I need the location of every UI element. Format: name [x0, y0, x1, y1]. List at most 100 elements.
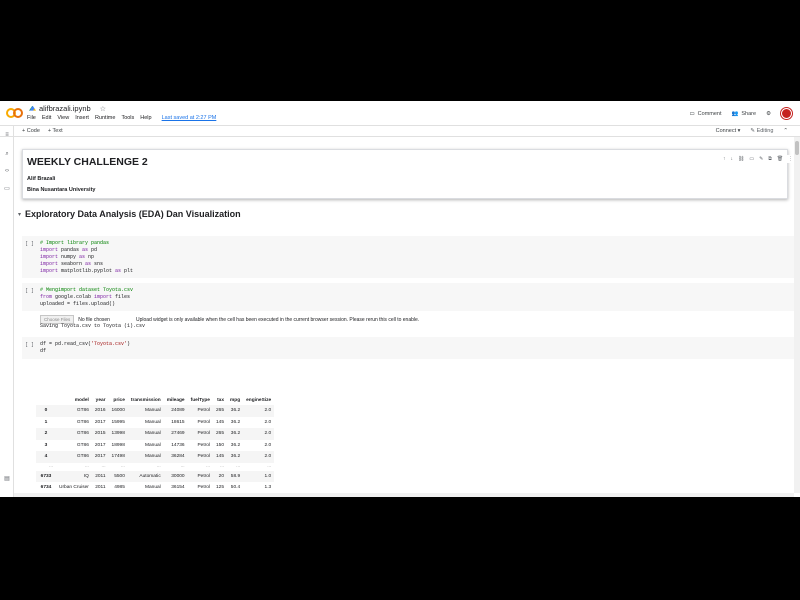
table-cell: 36284: [163, 451, 188, 463]
colab-logo[interactable]: [6, 108, 23, 118]
dataframe-table: model year price transmission mileage fu…: [36, 395, 275, 493]
scrollbar-thumb[interactable]: [795, 141, 799, 155]
table-cell: 36.2: [230, 442, 241, 448]
table-cell: 2.0: [264, 419, 272, 425]
table-cell: Petrol: [187, 428, 213, 440]
table-cell: 36.2: [227, 405, 244, 417]
table-cell: 36154: [171, 485, 185, 491]
last-saved-link[interactable]: Last saved at 2:27 PM: [162, 115, 217, 121]
more-options-icon[interactable]: ⋮: [788, 156, 793, 162]
row-index: 6734: [40, 485, 52, 491]
table-cell: 50.4: [230, 485, 241, 491]
ellipsis-cell: ...: [108, 462, 128, 471]
menu-runtime[interactable]: Runtime: [95, 115, 115, 121]
folder-icon[interactable]: ▭: [4, 185, 10, 192]
code-snippets-icon[interactable]: ‹›: [4, 168, 10, 174]
ellipsis-cell: ...: [227, 462, 244, 471]
move-up-icon[interactable]: ↑: [723, 156, 726, 162]
run-cell-button[interactable]: [ ]: [25, 342, 34, 348]
avatar[interactable]: [781, 108, 792, 119]
column-header: mileage: [166, 397, 185, 403]
ellipsis-cell: ...: [127, 462, 164, 471]
text-cell[interactable]: ↑ ↓ ⛓ ▭ ✎ ⧉ 🗑 ⋮ WEEKLY CHALLENGE 2 Alif …: [22, 149, 794, 199]
connect-button[interactable]: Connect ▾: [716, 128, 741, 134]
table-cell: 125: [215, 485, 224, 491]
add-code-button[interactable]: + Code: [22, 128, 40, 134]
table-cell: 265: [212, 405, 227, 417]
vertical-scrollbar[interactable]: [794, 137, 800, 493]
notebook-filename[interactable]: alifbrazali.ipynb: [39, 104, 91, 113]
code-line: import seaborn as sns: [40, 261, 104, 267]
run-cell-button[interactable]: [ ]: [25, 288, 34, 294]
table-cell: Manual: [127, 428, 164, 440]
table-cell: 17498: [108, 451, 128, 463]
collapse-section-icon[interactable]: ▾: [18, 211, 21, 218]
table-cell: 265: [212, 428, 227, 440]
table-cell: Manual: [127, 405, 164, 417]
horizontal-scrollbar[interactable]: [14, 493, 794, 497]
table-row: 6733 IQ 2011 5500 Automatic 30000 Petrol 20 58.9…: [36, 470, 275, 482]
table-cell: 2011: [95, 485, 106, 491]
mirror-cell-icon[interactable]: ⧉: [768, 156, 772, 162]
menu-edit[interactable]: Edit: [42, 115, 51, 121]
collapse-header-icon[interactable]: ⌃: [783, 128, 788, 134]
code-editor[interactable]: df = pd.read_csv('Toyota.csv') df: [40, 341, 130, 355]
comment-label: Comment: [697, 110, 722, 117]
share-button[interactable]: 👥 Share: [732, 111, 757, 117]
notebook-content[interactable]: ↑ ↓ ⛓ ▭ ✎ ⧉ 🗑 ⋮ WEEKLY CHALLENGE 2 Alif …: [14, 137, 794, 493]
move-down-icon[interactable]: ↓: [731, 156, 734, 162]
table-cell: 2.0: [264, 442, 272, 448]
row-index: 1: [44, 419, 48, 425]
ellipsis-cell: ...: [36, 462, 56, 471]
cell-toolbar: ↑ ↓ ⛓ ▭ ✎ ⧉ 🗑 ⋮: [720, 155, 794, 163]
comment-cell-icon[interactable]: ▭: [749, 156, 754, 162]
table-of-contents-icon[interactable]: ≡: [4, 132, 10, 138]
edit-cell-icon[interactable]: ✎: [759, 156, 763, 162]
menu-insert[interactable]: Insert: [75, 115, 89, 121]
code-cell[interactable]: [ ] # Mengimport dataset Toyota.csv from…: [22, 283, 794, 311]
code-editor[interactable]: # Mengimport dataset Toyota.csv from goo…: [40, 287, 133, 308]
drive-icon: [29, 105, 36, 111]
table-body: 0 GT86 2016 16000 Manual 24089 Petrol 265 36.2 2.…: [36, 405, 275, 493]
star-icon[interactable]: ☆: [100, 105, 106, 113]
row-index: 0: [36, 405, 56, 417]
comment-button[interactable]: ▭ Comment: [689, 111, 721, 117]
menu-tools[interactable]: Tools: [121, 115, 134, 121]
gear-icon[interactable]: ⚙: [766, 111, 771, 117]
table-cell: 18615: [171, 419, 185, 425]
notebook-toolbar: + Code + Text Connect ▾ ✎ Editing ⌃: [0, 125, 800, 137]
column-header: fuelType: [190, 397, 210, 403]
table-cell: Petrol: [197, 419, 210, 425]
link-icon[interactable]: ⛓: [738, 156, 744, 162]
ellipsis-cell: ...: [163, 462, 188, 471]
notebook-title: alifbrazali.ipynb ☆: [29, 104, 106, 113]
table-cell: 145: [212, 451, 227, 463]
menu-file[interactable]: File: [27, 115, 36, 121]
table-cell: 1.3: [264, 485, 272, 491]
colab-window: alifbrazali.ipynb ☆ File Edit View Inser…: [0, 101, 800, 497]
table-cell: Manual: [145, 419, 161, 425]
add-text-button[interactable]: + Text: [48, 128, 63, 134]
table-cell: 20: [212, 470, 227, 482]
run-cell-button[interactable]: [ ]: [25, 241, 34, 247]
table-cell: 36.2: [230, 419, 241, 425]
table-cell: 150: [215, 442, 224, 448]
table-cell: GT86: [76, 419, 89, 425]
table-cell: Petrol: [187, 451, 213, 463]
menu-view[interactable]: View: [57, 115, 69, 121]
table-cell: 24089: [163, 405, 188, 417]
code-editor[interactable]: # Import library pandas import pandas as…: [40, 240, 133, 275]
editing-mode-button[interactable]: ✎ Editing: [750, 128, 773, 134]
connect-label: Connect: [715, 128, 737, 134]
menu-bar: File Edit View Insert Runtime Tools Help…: [27, 115, 216, 121]
code-cell[interactable]: [ ] # Import library pandas import panda…: [22, 236, 794, 278]
code-cell[interactable]: [ ] df = pd.read_csv('Toyota.csv') df: [22, 337, 794, 359]
terminal-icon[interactable]: ▤: [4, 475, 10, 482]
search-icon[interactable]: ⌕: [4, 151, 10, 158]
delete-icon[interactable]: 🗑: [777, 156, 783, 162]
table-cell: 36.2: [227, 428, 244, 440]
ellipsis-cell: ...: [212, 462, 227, 471]
university-name: Bina Nusantara University: [27, 187, 96, 193]
menu-help[interactable]: Help: [140, 115, 151, 121]
left-sidebar: ≡ ⌕ ‹› ▭ ▤: [0, 125, 14, 497]
